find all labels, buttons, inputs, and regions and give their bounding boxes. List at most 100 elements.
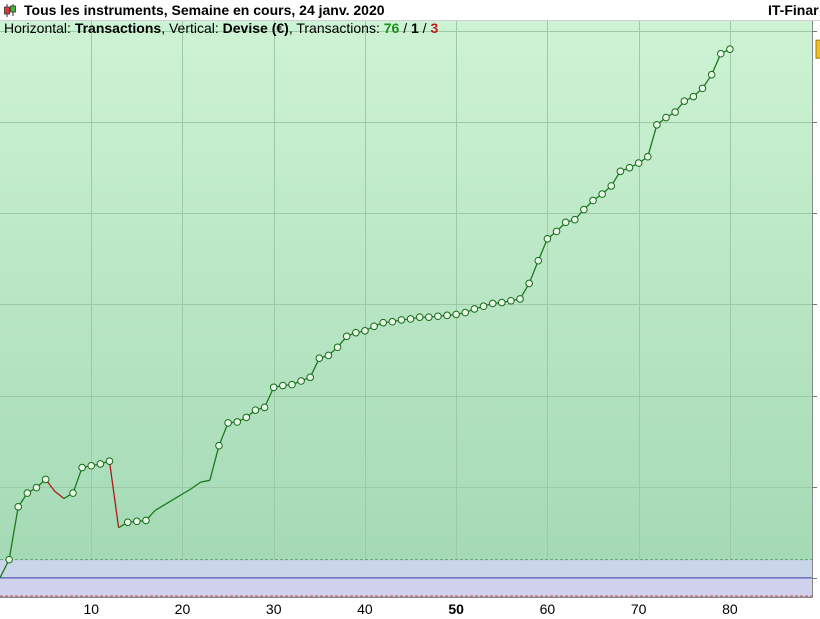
trade-point xyxy=(388,317,397,326)
trade-point xyxy=(689,92,698,101)
trade-point xyxy=(516,295,524,303)
trade-point xyxy=(361,327,369,335)
x-tick-labels: 10 20 30 40 50 60 70 80 xyxy=(83,601,737,617)
even-count: 1 xyxy=(411,20,419,36)
chart-info-line: Horizontal: Transactions, Vertical: Devi… xyxy=(4,20,438,36)
x-tick-label: 10 xyxy=(83,601,99,617)
trade-point xyxy=(78,463,86,472)
trade-point xyxy=(415,313,424,321)
trade-point xyxy=(260,403,269,412)
baseline-band-area xyxy=(0,577,812,597)
trade-point xyxy=(32,483,41,492)
last-value-marker xyxy=(815,39,820,59)
trade-point xyxy=(497,298,506,307)
x-tick-label: 60 xyxy=(540,601,556,617)
separator: / xyxy=(399,20,411,36)
v-axis-value: Devise (€) xyxy=(222,20,289,36)
trade-point xyxy=(607,182,616,190)
trade-point xyxy=(461,308,470,317)
equity-chart: 10 20 30 40 50 60 70 80 xyxy=(0,20,820,617)
trade-point xyxy=(133,517,141,526)
trade-point xyxy=(598,190,606,198)
trade-point xyxy=(297,377,305,385)
trade-point xyxy=(105,457,114,465)
trade-point xyxy=(279,381,287,390)
transactions-label: , Transactions: xyxy=(288,20,384,36)
trade-point xyxy=(23,489,32,497)
trade-point xyxy=(397,316,406,324)
trade-point xyxy=(224,419,232,427)
trade-point xyxy=(370,322,378,331)
trade-point xyxy=(634,159,643,167)
threshold-bands xyxy=(0,559,812,597)
trade-point xyxy=(333,343,342,352)
trade-point xyxy=(443,311,451,320)
trade-point xyxy=(561,218,570,227)
chart-title: Tous les instruments, Semaine en cours, … xyxy=(24,2,385,18)
trade-point xyxy=(643,152,652,161)
trade-point xyxy=(41,475,50,484)
trade-point xyxy=(269,383,278,392)
trade-point xyxy=(306,373,315,382)
trade-point xyxy=(543,234,552,243)
trade-point xyxy=(69,489,77,497)
trade-point xyxy=(425,313,433,321)
losses-count: 3 xyxy=(430,20,439,36)
trade-point xyxy=(698,84,707,93)
h-axis-value: Transactions xyxy=(74,20,162,36)
trade-point xyxy=(625,163,634,172)
trade-point xyxy=(534,256,543,265)
trade-point xyxy=(589,196,597,205)
trade-point xyxy=(570,215,579,224)
plot-area xyxy=(0,20,812,598)
trade-point xyxy=(716,49,725,58)
x-tick-label: 50 xyxy=(448,601,464,617)
trade-point xyxy=(233,418,242,426)
title-bar: Tous les instruments, Semaine en cours, … xyxy=(0,0,820,21)
trade-point xyxy=(96,460,105,468)
v-axis-label: , Vertical: xyxy=(161,20,223,36)
trade-point xyxy=(470,305,479,313)
trade-point xyxy=(352,328,360,337)
wins-count: 76 xyxy=(383,20,400,36)
x-tick-label: 40 xyxy=(357,601,373,617)
trade-point xyxy=(680,97,689,105)
trade-point xyxy=(123,518,132,527)
trade-point xyxy=(434,312,442,321)
trade-point xyxy=(653,121,661,129)
trade-point xyxy=(671,108,679,116)
trade-point xyxy=(251,406,260,414)
trade-point xyxy=(726,45,734,53)
x-tick-label: 70 xyxy=(631,601,647,617)
trade-point xyxy=(215,441,223,450)
trade-point xyxy=(552,227,561,236)
trade-point xyxy=(707,70,716,79)
trade-point xyxy=(142,516,150,525)
trade-point xyxy=(507,296,515,305)
trade-point xyxy=(87,461,96,470)
trade-point xyxy=(662,113,670,122)
trade-point xyxy=(5,555,13,564)
trade-point xyxy=(342,332,351,341)
trade-point xyxy=(406,315,415,323)
trade-point xyxy=(379,318,387,327)
trade-point xyxy=(580,205,588,214)
trade-point xyxy=(525,279,533,288)
trade-point xyxy=(14,502,23,511)
trade-point xyxy=(616,167,625,176)
trade-point xyxy=(452,310,460,319)
candlestick-icon xyxy=(4,4,16,17)
brand-label: IT-Finar xyxy=(768,2,819,18)
x-tick-label: 80 xyxy=(722,601,738,617)
trade-point xyxy=(288,380,296,389)
trade-point xyxy=(315,354,324,362)
trade-point xyxy=(324,351,333,360)
h-axis-label: Horizontal: xyxy=(4,20,75,36)
trade-point xyxy=(479,302,488,311)
x-tick-label: 20 xyxy=(175,601,191,617)
upper-band-area xyxy=(0,559,812,578)
separator: / xyxy=(418,20,431,36)
trade-point xyxy=(488,299,497,308)
right-axis-marks xyxy=(812,31,820,579)
x-tick-label: 30 xyxy=(266,601,282,617)
